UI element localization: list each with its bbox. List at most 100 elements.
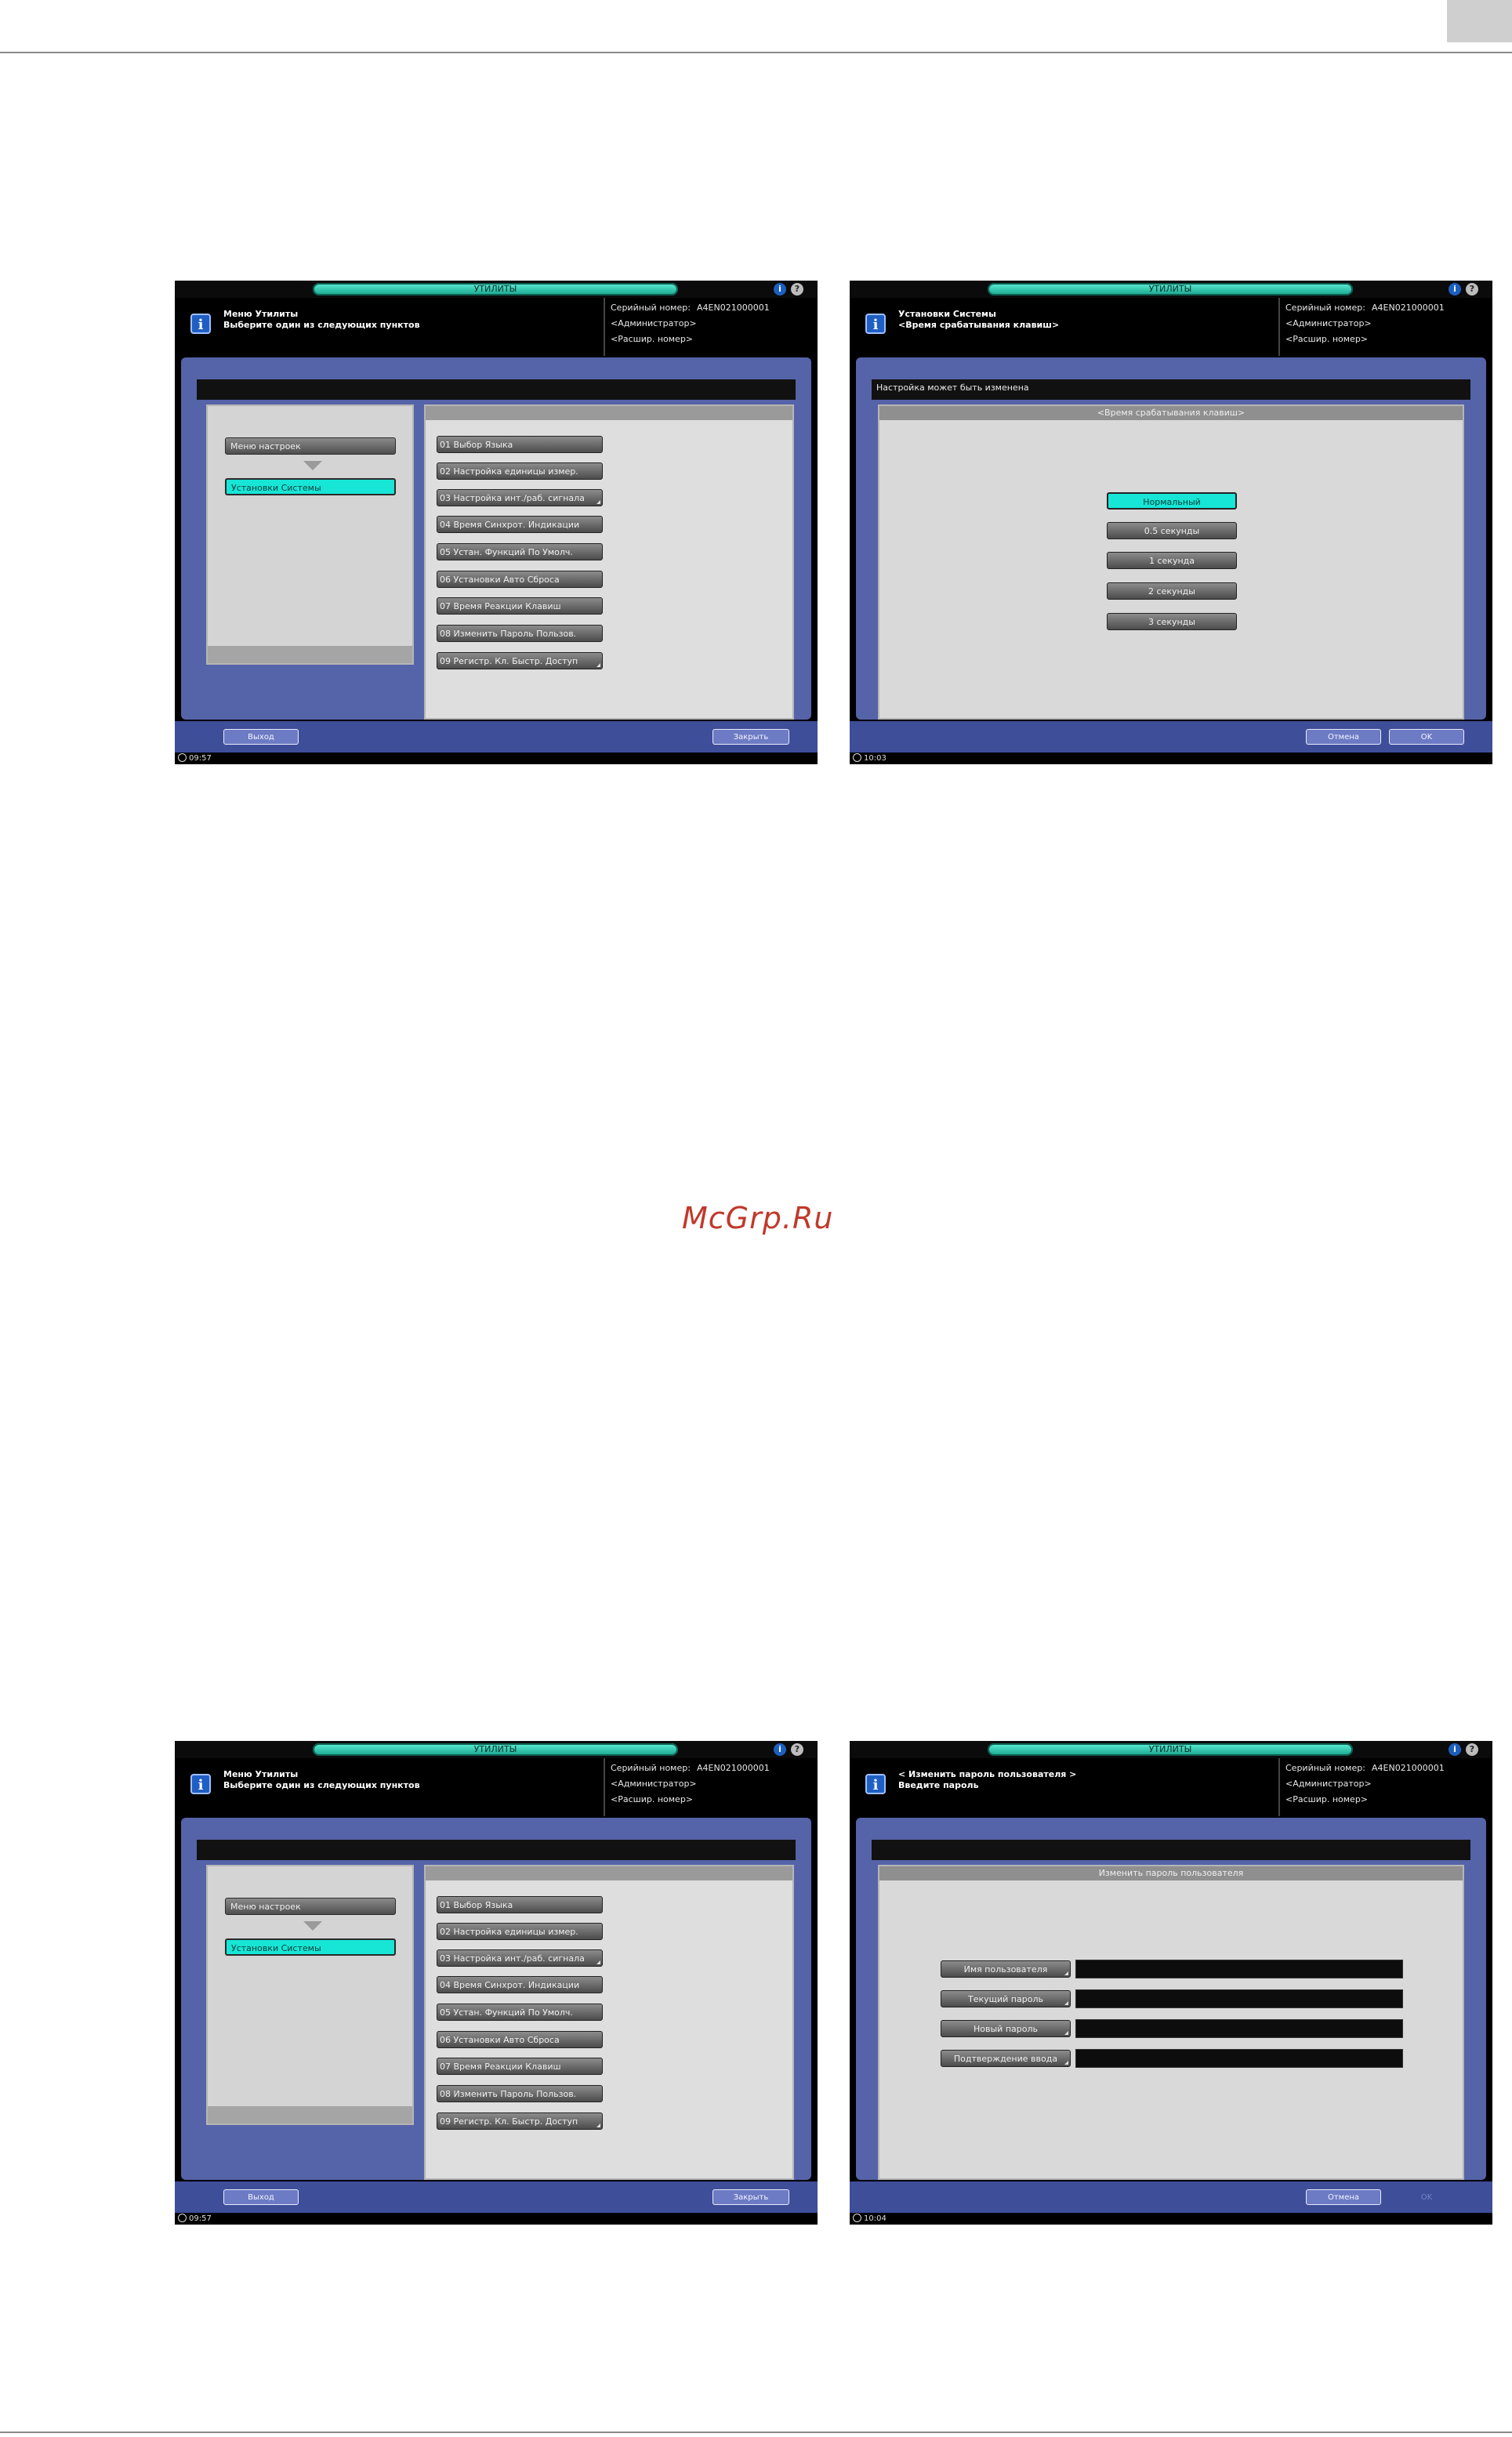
message-header: i Меню Утилиты Выберите один из следующи… <box>175 1758 818 1816</box>
username-label-button[interactable]: Имя пользователя <box>941 1960 1071 1978</box>
info-icon[interactable]: i <box>1449 1743 1461 1756</box>
ok-button[interactable]: OK <box>1389 2189 1464 2205</box>
screen-title: УТИЛИТЫ <box>313 1743 678 1756</box>
nav-panel-footer <box>208 2106 412 2123</box>
help-icon[interactable]: ? <box>791 283 803 296</box>
menu-item-button[interactable]: 02 Настройка единицы измер. <box>437 462 603 480</box>
new-password-label-button[interactable]: Новый пароль <box>941 2020 1071 2037</box>
exit-button[interactable]: Выход <box>223 2189 299 2205</box>
menu-item-button[interactable]: 05 Устан. Функций По Умолч. <box>437 543 603 560</box>
username-field[interactable] <box>1075 1960 1403 1978</box>
key-time-panel: <Время срабатывания клавиш> Нормальный 0… <box>878 404 1464 720</box>
message-line: < Изменить пароль пользователя > <box>898 1769 1077 1779</box>
option-3s-button[interactable]: 3 секунды <box>1107 613 1237 630</box>
message-header: i Меню Утилиты Выберите один из следующи… <box>175 298 818 356</box>
current-password-label-button[interactable]: Текущий пароль <box>941 1990 1071 2007</box>
help-icon[interactable]: ? <box>1466 283 1478 296</box>
title-bar: УТИЛИТЫ i ? <box>175 281 818 298</box>
menu-item-button[interactable]: 03 Настройка инт./раб. сигнала <box>437 1949 603 1967</box>
nav-settings-menu-button[interactable]: Меню настроек <box>225 437 396 455</box>
status-clock: 09:57 <box>175 2213 818 2225</box>
ext-number-label: <Расшир. номер> <box>611 334 694 344</box>
info-icon[interactable]: i <box>1449 283 1461 296</box>
ext-number-label: <Расшир. номер> <box>1285 334 1369 344</box>
option-2s-button[interactable]: 2 секунды <box>1107 582 1237 600</box>
nav-panel: Меню настроек Установки Системы <box>206 404 414 665</box>
message-line: Установки Системы <box>898 309 996 319</box>
subheading: Настройка может быть изменена <box>876 383 1029 393</box>
message-line: <Время срабатывания клавиш> <box>898 320 1060 330</box>
clock-icon <box>178 2214 187 2222</box>
items-panel-header <box>426 1866 792 1880</box>
menu-item-button[interactable]: 06 Установки Авто Сброса <box>437 2031 603 2048</box>
page-corner-tab <box>1447 0 1512 42</box>
menu-item-button[interactable]: 01 Выбор Языка <box>437 436 603 453</box>
close-button[interactable]: Закрыть <box>712 2189 789 2205</box>
message-line: Меню Утилиты <box>223 309 299 319</box>
serial-number: Серийный номер: A4EN021000001 <box>1285 303 1445 313</box>
status-clock: 10:03 <box>850 752 1492 764</box>
ok-button[interactable]: OK <box>1389 729 1464 745</box>
message-header: i < Изменить пароль пользователя > Введи… <box>850 1758 1492 1816</box>
info-message-icon: i <box>190 1774 211 1794</box>
status-clock: 09:57 <box>175 752 818 764</box>
serial-number: Серийный номер: A4EN021000001 <box>611 1763 770 1773</box>
option-1s-button[interactable]: 1 секунда <box>1107 552 1237 569</box>
info-message-icon: i <box>865 1774 886 1794</box>
menu-item-button[interactable]: 01 Выбор Языка <box>437 1896 603 1913</box>
nav-system-settings-button[interactable]: Установки Системы <box>225 478 396 495</box>
menu-item-button[interactable]: 08 Изменить Пароль Пользов. <box>437 625 603 642</box>
screen-title: УТИЛИТЫ <box>988 283 1353 296</box>
confirm-password-field[interactable] <box>1075 2049 1403 2068</box>
clock-icon <box>853 753 861 762</box>
screen-title: УТИЛИТЫ <box>313 283 678 296</box>
admin-label: <Администратор> <box>611 1779 697 1789</box>
items-panel-header <box>426 406 792 420</box>
new-password-field[interactable] <box>1075 2019 1403 2038</box>
serial-number: Серийный номер: A4EN021000001 <box>611 303 770 313</box>
menu-item-button[interactable]: 08 Изменить Пароль Пользов. <box>437 2085 603 2102</box>
menu-item-button[interactable]: 09 Регистр. Кл. Быстр. Доступ <box>437 2112 603 2130</box>
screen-title: УТИЛИТЫ <box>988 1743 1353 1756</box>
confirm-password-label-button[interactable]: Подтверждение ввода <box>941 2050 1071 2067</box>
help-icon[interactable]: ? <box>791 1743 803 1756</box>
option-normal-button[interactable]: Нормальный <box>1107 492 1237 510</box>
utility-menu-screen-bottom: УТИЛИТЫ i ? i Меню Утилиты Выберите один… <box>175 1741 818 2225</box>
info-icon[interactable]: i <box>774 283 786 296</box>
key-time-screen: УТИЛИТЫ i ? i Установки Системы <Время с… <box>850 281 1492 764</box>
message-line: Введите пароль <box>898 1780 979 1790</box>
menu-item-button[interactable]: 03 Настройка инт./раб. сигнала <box>437 489 603 506</box>
message-line: Выберите один из следующих пунктов <box>223 1780 420 1790</box>
cancel-button[interactable]: Отмена <box>1306 2189 1381 2205</box>
message-line: Выберите один из следующих пунктов <box>223 320 420 330</box>
option-0-5s-button[interactable]: 0.5 секунды <box>1107 522 1237 539</box>
nav-system-settings-button[interactable]: Установки Системы <box>225 1938 396 1956</box>
info-icon[interactable]: i <box>774 1743 786 1756</box>
serial-number: Серийный номер: A4EN021000001 <box>1285 1763 1445 1773</box>
ext-number-label: <Расшир. номер> <box>1285 1794 1369 1804</box>
message-line: Меню Утилиты <box>223 1769 299 1779</box>
frame-header <box>197 1840 796 1860</box>
menu-item-button[interactable]: 06 Установки Авто Сброса <box>437 571 603 588</box>
menu-item-button[interactable]: 04 Время Синхрот. Индикации <box>437 516 603 533</box>
panel-title: Изменить пароль пользователя <box>879 1866 1463 1880</box>
title-bar: УТИЛИТЫ i ? <box>850 1741 1492 1758</box>
nav-panel-footer <box>208 646 412 663</box>
title-bar: УТИЛИТЫ i ? <box>850 281 1492 298</box>
menu-item-button[interactable]: 07 Время Реакции Клавиш <box>437 2058 603 2075</box>
menu-item-button[interactable]: 09 Регистр. Кл. Быстр. Доступ <box>437 652 603 669</box>
exit-button[interactable]: Выход <box>223 729 299 745</box>
menu-item-button[interactable]: 07 Время Реакции Клавиш <box>437 597 603 615</box>
menu-item-button[interactable]: 02 Настройка единицы измер. <box>437 1923 603 1940</box>
admin-label: <Администратор> <box>611 318 697 328</box>
close-button[interactable]: Закрыть <box>712 729 789 745</box>
help-icon[interactable]: ? <box>1466 1743 1478 1756</box>
cancel-button[interactable]: Отмена <box>1306 729 1381 745</box>
bottom-rule <box>0 2432 1512 2433</box>
nav-settings-menu-button[interactable]: Меню настроек <box>225 1898 396 1915</box>
menu-item-button[interactable]: 04 Время Синхрот. Индикации <box>437 1976 603 1993</box>
current-password-field[interactable] <box>1075 1989 1403 2008</box>
menu-item-button[interactable]: 05 Устан. Функций По Умолч. <box>437 2004 603 2021</box>
items-panel: 01 Выбор Языка 02 Настройка единицы изме… <box>424 1865 794 2180</box>
clock-icon <box>178 753 187 762</box>
